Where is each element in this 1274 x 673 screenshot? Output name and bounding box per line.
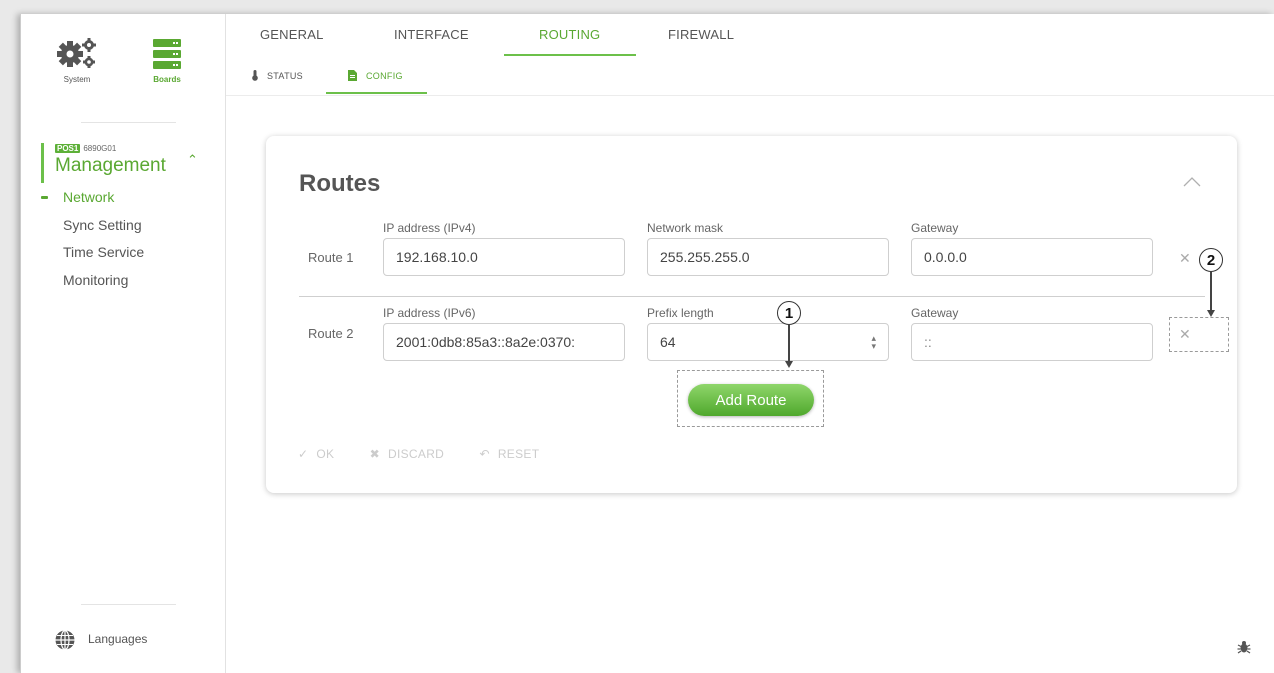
route-1-mask-label: Network mask: [647, 221, 724, 235]
callout-1: 1: [777, 301, 801, 325]
subtab-config[interactable]: CONFIG: [348, 70, 403, 83]
route-1-remove-button[interactable]: ✕: [1179, 250, 1191, 267]
boards-button[interactable]: Boards: [137, 36, 197, 84]
callout-2-arrowhead-icon: [1207, 310, 1215, 317]
route-2-gateway-label: Gateway: [911, 306, 959, 320]
app-window: System Boards POS1 6890G01 Management ⌃ …: [20, 14, 1274, 673]
discard-label: DISCARD: [388, 447, 445, 461]
discard-button[interactable]: ✖ DISCARD: [370, 447, 444, 461]
pos-badge: POS1: [55, 144, 81, 153]
system-label: System: [63, 75, 91, 84]
stepper-arrows-icon[interactable]: ▴ ▾: [871, 334, 876, 351]
sidebar-item-network[interactable]: Network: [63, 189, 114, 205]
group-title: Management: [55, 155, 166, 176]
sidebar: System Boards POS1 6890G01 Management ⌃ …: [21, 14, 226, 673]
route-2-gateway-field[interactable]: ::: [911, 323, 1153, 361]
sidebar-divider: [81, 122, 176, 123]
routes-card: Routes Route 1 IP address (IPv4) 192.168…: [266, 136, 1237, 493]
chevron-up-icon[interactable]: ⌃: [187, 152, 198, 168]
ok-button[interactable]: ✓ OK: [298, 447, 334, 461]
reset-button[interactable]: ↶ RESET: [479, 447, 539, 461]
active-indicator-icon: [41, 196, 48, 199]
remove-highlight-box: [1169, 317, 1229, 352]
cross-icon: ✖: [369, 447, 381, 461]
sidebar-item-sync-setting[interactable]: Sync Setting: [63, 217, 142, 233]
bug-icon[interactable]: [1237, 640, 1251, 659]
undo-icon: ↶: [479, 447, 490, 461]
route-1-gateway-label: Gateway: [911, 221, 959, 235]
route-1-ip-field[interactable]: 192.168.10.0: [383, 238, 625, 276]
route-1-gateway-field[interactable]: 0.0.0.0: [911, 238, 1153, 276]
system-button[interactable]: System: [47, 36, 107, 84]
route-1-label: Route 1: [308, 250, 354, 265]
check-icon: ✓: [298, 447, 309, 461]
sub-tabs: STATUS CONFIG: [226, 58, 1274, 96]
route-2-remove-button[interactable]: ✕: [1179, 326, 1191, 343]
callout-1-arrow-icon: [788, 325, 790, 362]
board-id: POS1 6890G01: [55, 144, 116, 153]
boards-icon: [153, 39, 181, 69]
subtab-status-label: STATUS: [267, 70, 303, 81]
tab-active-underline: [504, 54, 636, 56]
sidebar-item-time-service[interactable]: Time Service: [63, 244, 144, 260]
ok-label: OK: [316, 447, 335, 461]
languages-label: Languages: [88, 632, 148, 647]
tab-firewall[interactable]: FIREWALL: [668, 27, 734, 42]
route-2-ip-label: IP address (IPv6): [383, 306, 476, 320]
subtab-config-label: CONFIG: [366, 70, 403, 81]
add-route-button[interactable]: Add Route: [688, 384, 814, 416]
route-1-ip-label: IP address (IPv4): [383, 221, 476, 235]
route-2-prefix-value: 64: [660, 334, 676, 350]
thermometer-icon: [252, 70, 258, 83]
languages-button[interactable]: Languages: [54, 629, 147, 651]
globe-icon: [55, 629, 75, 651]
sidebar-divider: [81, 604, 176, 605]
route-2-label: Route 2: [308, 326, 354, 341]
tab-interface[interactable]: INTERFACE: [394, 27, 469, 42]
subtab-status[interactable]: STATUS: [252, 70, 303, 83]
callout-1-arrowhead-icon: [785, 361, 793, 368]
form-actions: ✓ OK ✖ DISCARD ↶ RESET: [298, 447, 571, 461]
group-indicator: [41, 143, 44, 183]
board-code: 6890G01: [83, 144, 117, 153]
route-2-ip-field[interactable]: 2001:0db8:85a3::8a2e:0370:: [383, 323, 625, 361]
chevron-up-icon[interactable]: [1183, 174, 1201, 190]
document-icon: [348, 70, 357, 83]
main-tabs: GENERAL INTERFACE ROUTING FIREWALL: [226, 14, 1274, 58]
card-title: Routes: [299, 170, 381, 197]
sidebar-item-monitoring[interactable]: Monitoring: [63, 272, 128, 288]
route-2-prefix-label: Prefix length: [647, 306, 714, 320]
tab-general[interactable]: GENERAL: [260, 27, 324, 42]
callout-2-arrow-icon: [1210, 272, 1212, 311]
top-icon-bar: System Boards: [21, 36, 226, 116]
gears-icon: [57, 38, 96, 68]
route-divider: [299, 296, 1205, 297]
subtab-active-underline: [326, 92, 427, 94]
route-2-prefix-stepper[interactable]: 64 ▴ ▾: [647, 323, 889, 361]
callout-2: 2: [1199, 248, 1223, 272]
route-1-mask-field[interactable]: 255.255.255.0: [647, 238, 889, 276]
reset-label: RESET: [497, 447, 540, 461]
boards-label: Boards: [153, 75, 181, 84]
tab-routing[interactable]: ROUTING: [539, 27, 600, 42]
